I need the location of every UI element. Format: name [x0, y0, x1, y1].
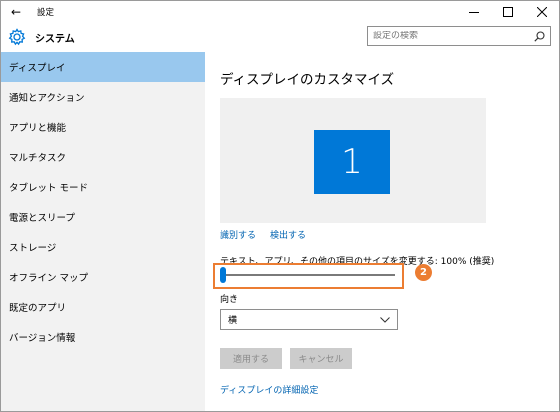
- close-icon: [537, 6, 547, 17]
- chevron-down-icon: [380, 316, 390, 323]
- sidebar-item-offline-maps[interactable]: オフライン マップ: [1, 262, 205, 292]
- sidebar-item-label: 既定のアプリ: [9, 303, 67, 314]
- sidebar-item-multitasking[interactable]: マルチタスク: [1, 142, 205, 172]
- sidebar-item-label: ディスプレイ: [9, 63, 66, 74]
- minimize-icon: [469, 11, 479, 13]
- close-button[interactable]: [525, 1, 559, 22]
- sidebar-item-display[interactable]: ディスプレイ: [1, 52, 205, 82]
- monitor-number: 1: [341, 142, 363, 182]
- maximize-button[interactable]: [491, 1, 525, 22]
- sidebar-item-notifications[interactable]: 通知とアクション: [1, 82, 205, 112]
- settings-window: ← 設定 システム 設定の検索 ディスプレイ 通知とアクション アプリと機能 マ…: [0, 0, 560, 412]
- maximize-icon: [503, 6, 513, 17]
- back-arrow-icon: ←: [10, 4, 22, 19]
- apply-button[interactable]: 適用する: [220, 348, 282, 369]
- step-badge: 2: [415, 264, 432, 281]
- cancel-button[interactable]: キャンセル: [290, 348, 352, 369]
- sidebar-item-label: 電源とスリープ: [9, 213, 75, 224]
- sidebar-item-default-apps[interactable]: 既定のアプリ: [1, 292, 205, 322]
- page-header: システム: [1, 22, 559, 52]
- sidebar-item-label: タブレット モード: [9, 183, 89, 194]
- sidebar-nav: ディスプレイ 通知とアクション アプリと機能 マルチタスク タブレット モード …: [1, 52, 205, 411]
- sidebar-item-label: バージョン情報: [9, 333, 76, 344]
- monitor-tile[interactable]: 1: [314, 130, 390, 194]
- back-button[interactable]: ←: [1, 1, 31, 22]
- scale-slider-thumb[interactable]: [220, 267, 226, 283]
- detect-link[interactable]: 検出する: [270, 228, 306, 241]
- page-title: ディスプレイのカスタマイズ: [220, 72, 395, 88]
- sidebar-item-label: アプリと機能: [9, 123, 67, 134]
- sidebar-item-storage[interactable]: ストレージ: [1, 232, 205, 262]
- main-content: ディスプレイのカスタマイズ 1 識別する 検出する テキスト、アプリ、その他の項…: [205, 52, 559, 411]
- sidebar-item-apps[interactable]: アプリと機能: [1, 112, 205, 142]
- window-title: 設定: [37, 7, 55, 18]
- orientation-value: 横: [228, 316, 238, 326]
- sidebar-item-about[interactable]: バージョン情報: [1, 322, 205, 352]
- display-preview: 1: [220, 98, 486, 223]
- sidebar-item-label: 通知とアクション: [9, 93, 85, 104]
- orientation-dropdown[interactable]: 横: [220, 309, 398, 330]
- sidebar-item-label: ストレージ: [9, 243, 57, 254]
- orientation-label: 向き: [220, 295, 239, 305]
- gear-icon: [8, 28, 26, 46]
- advanced-display-settings-link[interactable]: ディスプレイの詳細設定: [220, 383, 318, 396]
- scale-slider-track[interactable]: [220, 274, 395, 276]
- title-bar: ← 設定: [1, 1, 559, 22]
- sidebar-item-power[interactable]: 電源とスリープ: [1, 202, 205, 232]
- sidebar-item-label: オフライン マップ: [9, 273, 89, 284]
- window-controls: [457, 1, 559, 22]
- sidebar-item-tablet-mode[interactable]: タブレット モード: [1, 172, 205, 202]
- sidebar-item-label: マルチタスク: [9, 153, 67, 164]
- search-icon[interactable]: [534, 30, 545, 42]
- minimize-button[interactable]: [457, 1, 491, 22]
- callout-highlight: [213, 263, 404, 289]
- search-box[interactable]: [367, 26, 551, 46]
- search-input[interactable]: [373, 31, 523, 41]
- section-title: システム: [35, 33, 75, 45]
- identify-link[interactable]: 識別する: [220, 228, 256, 241]
- display-links: 識別する 検出する: [220, 228, 306, 241]
